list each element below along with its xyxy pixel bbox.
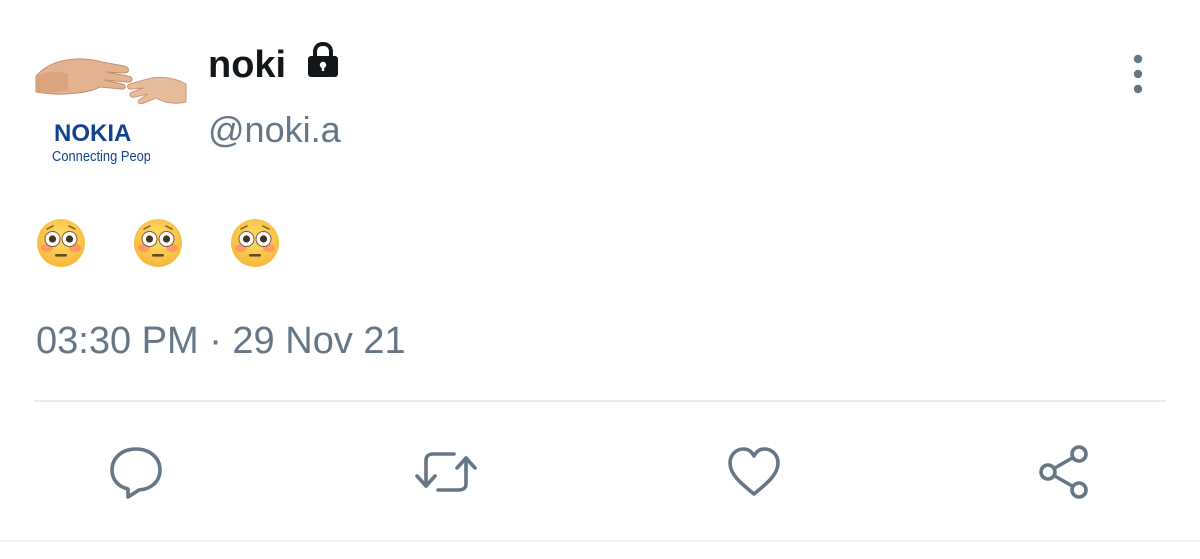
flushed-face-emoji [134, 219, 182, 267]
bottom-divider [0, 540, 1200, 542]
more-vertical-icon[interactable] [1124, 52, 1152, 96]
tweet-timestamp[interactable]: 03:30 PM · 29 Nov 21 [36, 318, 406, 364]
flushed-face-emoji [37, 219, 85, 267]
display-name[interactable]: noki [208, 42, 286, 88]
tweet-card: NOKIA Connecting People noki @noki.a [0, 0, 1200, 559]
retweet-button[interactable] [414, 440, 478, 504]
user-handle[interactable]: @noki.a [208, 108, 341, 152]
divider [34, 400, 1166, 402]
brand-slogan-text: Connecting People [52, 148, 150, 165]
retweet-icon [415, 452, 477, 492]
like-button[interactable] [722, 440, 786, 504]
share-icon [1039, 445, 1088, 499]
heart-icon [728, 447, 780, 496]
comment-icon [110, 447, 162, 499]
reply-button[interactable] [104, 440, 168, 504]
brand-logo-text: NOKIA [54, 120, 132, 147]
hands-image [35, 58, 187, 105]
share-button[interactable] [1032, 440, 1096, 504]
tweet-text [36, 218, 297, 270]
avatar[interactable]: NOKIA Connecting People [32, 44, 190, 172]
lock-icon [308, 41, 338, 77]
flushed-face-emoji [231, 219, 279, 267]
